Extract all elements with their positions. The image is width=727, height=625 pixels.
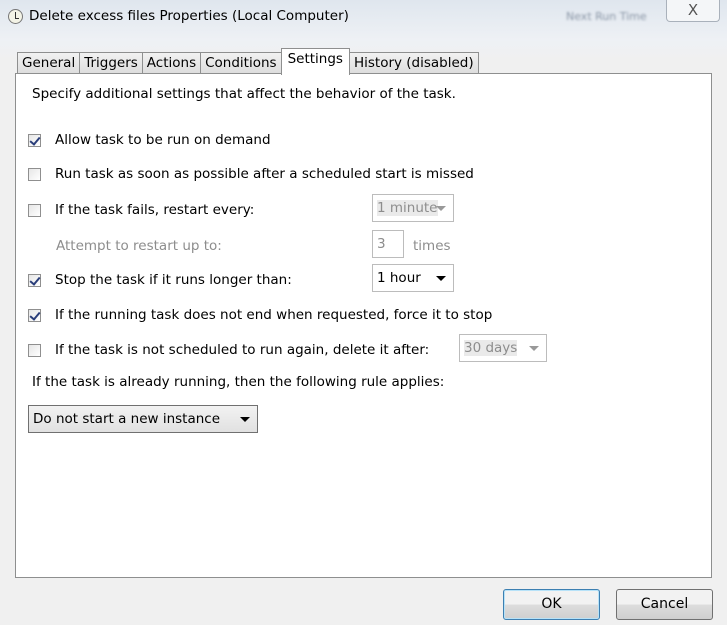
restart-checkbox[interactable] (28, 203, 41, 217)
settings-panel: Specify additional settings that affect … (15, 73, 712, 578)
rule-label: If the task is already running, then the… (32, 374, 445, 390)
allow-on-demand-checkbox[interactable] (28, 133, 41, 147)
tab-triggers[interactable]: Triggers (79, 52, 143, 75)
title-bar: Delete excess files Properties (Local Co… (8, 8, 349, 24)
force-stop-label: If the running task does not end when re… (55, 307, 493, 323)
stop-duration-value: 1 hour (377, 270, 421, 286)
restart-interval-value: 1 minute (377, 200, 438, 216)
cancel-button[interactable]: Cancel (616, 589, 713, 620)
tab-conditions[interactable]: Conditions (200, 52, 282, 75)
stop-long-option[interactable]: Stop the task if it runs longer than: (28, 272, 292, 288)
tab-bar: General Triggers Actions Conditions Sett… (17, 48, 479, 75)
delete-after-checkbox[interactable] (28, 343, 41, 357)
chevron-down-icon (436, 206, 446, 211)
allow-on-demand-label: Allow task to be run on demand (55, 132, 271, 148)
description: Specify additional settings that affect … (32, 86, 456, 102)
tab-settings[interactable]: Settings (280, 48, 350, 75)
attempts-unit: times (413, 238, 451, 254)
delete-after-label: If the task is not scheduled to run agai… (55, 342, 430, 358)
chevron-down-icon (436, 276, 446, 281)
close-icon: X (687, 1, 699, 19)
chevron-down-icon (240, 417, 250, 422)
run-asap-checkbox[interactable] (28, 167, 41, 181)
delete-after-option[interactable]: If the task is not scheduled to run agai… (28, 342, 429, 358)
attempts-input[interactable]: 3 (372, 230, 404, 258)
tab-actions[interactable]: Actions (141, 52, 202, 75)
force-stop-option[interactable]: If the running task does not end when re… (28, 307, 492, 323)
restart-interval-dropdown[interactable]: 1 minute (372, 194, 454, 222)
restart-option[interactable]: If the task fails, restart every: (28, 202, 254, 218)
close-button[interactable]: X (666, 0, 720, 22)
delete-after-dropdown[interactable]: 30 days (459, 334, 547, 362)
run-asap-option[interactable]: Run task as soon as possible after a sch… (28, 166, 474, 182)
chevron-down-icon (529, 346, 539, 351)
attempts-value: 3 (377, 236, 386, 252)
delete-after-value: 30 days (464, 340, 518, 356)
restart-label: If the task fails, restart every: (55, 202, 255, 218)
background-window-text: Next Run Time (566, 10, 647, 23)
window-title: Delete excess files Properties (Local Co… (29, 8, 349, 24)
force-stop-checkbox[interactable] (28, 308, 41, 322)
instance-rule-value: Do not start a new instance (33, 411, 221, 427)
stop-long-label: Stop the task if it runs longer than: (55, 272, 292, 288)
instance-rule-dropdown[interactable]: Do not start a new instance (28, 405, 258, 433)
clock-icon (8, 8, 23, 24)
allow-on-demand-option[interactable]: Allow task to be run on demand (28, 132, 271, 148)
ok-button[interactable]: OK (503, 589, 600, 620)
stop-long-checkbox[interactable] (28, 273, 41, 287)
stop-duration-dropdown[interactable]: 1 hour (372, 264, 454, 292)
attempts-label: Attempt to restart up to: (56, 238, 222, 254)
run-asap-label: Run task as soon as possible after a sch… (55, 166, 474, 182)
tab-history[interactable]: History (disabled) (348, 52, 479, 75)
tab-general[interactable]: General (17, 52, 81, 75)
